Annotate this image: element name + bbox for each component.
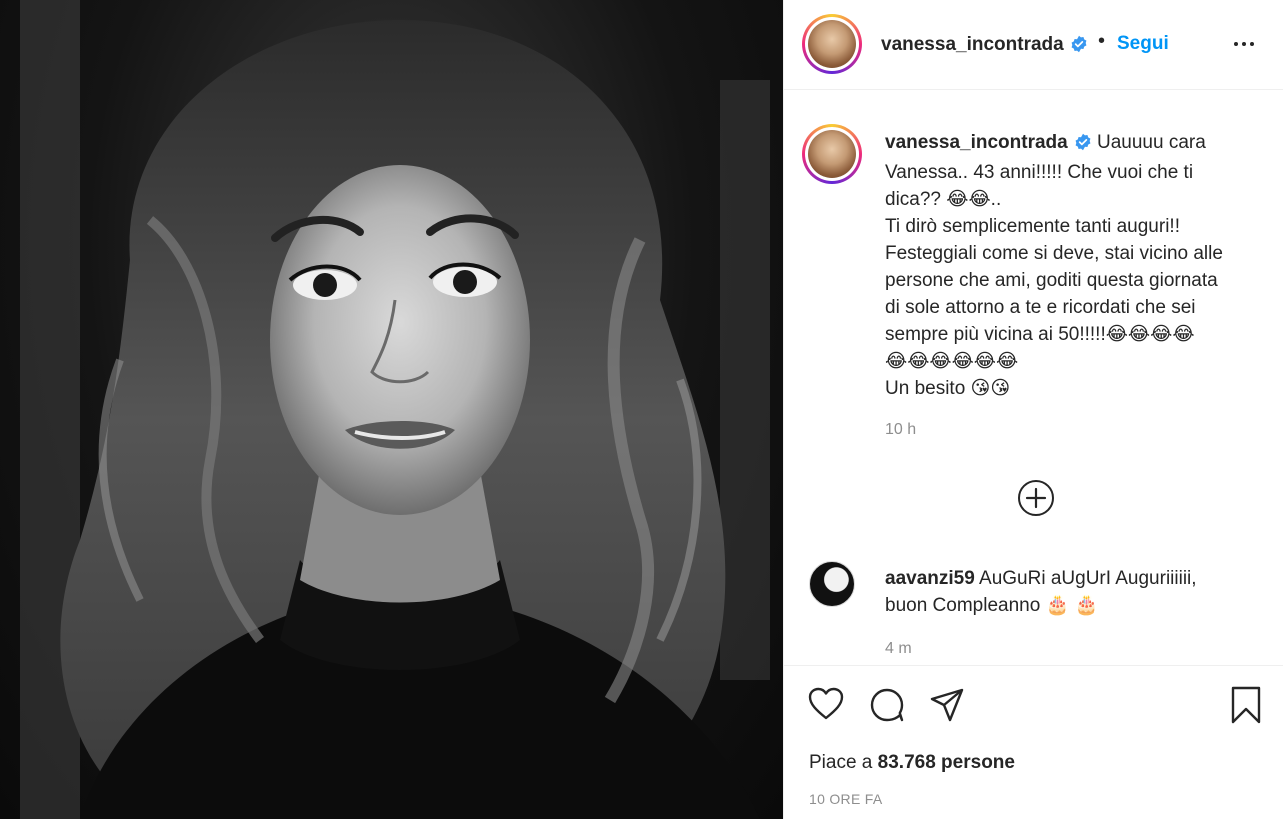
post-header: vanessa_incontrada • Segui [784,0,1283,90]
author-avatar[interactable] [802,14,862,74]
comment: aavanzi59 AuGuRi aUgUrI Auguriiiiii, buo… [885,565,1255,619]
heart-icon[interactable] [808,687,844,726]
verified-badge-icon [1074,132,1092,159]
comment-icon[interactable] [869,687,905,728]
caption-text-line: persone che ami, goditi questa giornata [885,270,1218,291]
author-username[interactable]: vanessa_incontrada [881,34,1088,59]
caption-text-line: di sole attorno a te e ricordati che sei [885,297,1196,318]
post-photo[interactable] [0,0,783,819]
paper-plane-icon[interactable] [929,687,965,728]
comment-timestamp[interactable]: 4 m [885,640,912,658]
ellipsis-icon[interactable] [1232,32,1256,56]
caption-text-line: 😂😂😂😂😂😂 [885,351,1019,372]
commenter-avatar[interactable] [809,561,855,607]
caption-avatar[interactable] [802,124,862,184]
post-actions: Piace a 83.768 persone 10 ORE FA [784,665,1283,819]
verified-badge-icon [1070,35,1088,59]
caption-text-line: Ti dirò semplicemente tanti auguri!! [885,216,1180,237]
separator-dot: • [1098,30,1106,52]
caption-text-line: Festeggiali come si deve, stai vicino al… [885,243,1223,264]
caption-text-line: Vanessa.. 43 anni!!!!! Che vuoi che ti [885,162,1194,183]
post-date[interactable]: 10 ORE FA [809,791,883,807]
caption-username[interactable]: vanessa_incontrada [885,132,1068,153]
comment-text: AuGuRi aUgUrI Auguriiiiii, [979,568,1197,589]
caption-text-line: Un besito 😘😘 [885,378,1011,399]
post-side-panel: vanessa_incontrada • Segui vanessa_incon… [783,0,1283,819]
comment-text: buon Compleanno 🎂 🎂 [885,595,1099,616]
caption-timestamp[interactable]: 10 h [885,421,916,439]
post-caption: vanessa_incontrada Uauuuu cara Vanessa..… [885,129,1255,402]
likes-count[interactable]: Piace a 83.768 persone [809,752,1015,774]
comment-username[interactable]: aavanzi59 [885,568,975,589]
plus-circle-icon[interactable] [1017,479,1055,517]
caption-text-line: dica?? 😂😂.. [885,189,1002,210]
caption-text-line: Uauuuu cara [1096,132,1206,153]
caption-text-line: sempre più vicina ai 50!!!!!😂😂😂😂 [885,324,1195,345]
bookmark-icon[interactable] [1230,686,1262,729]
follow-button[interactable]: Segui [1117,33,1169,55]
portrait-image [20,0,770,819]
